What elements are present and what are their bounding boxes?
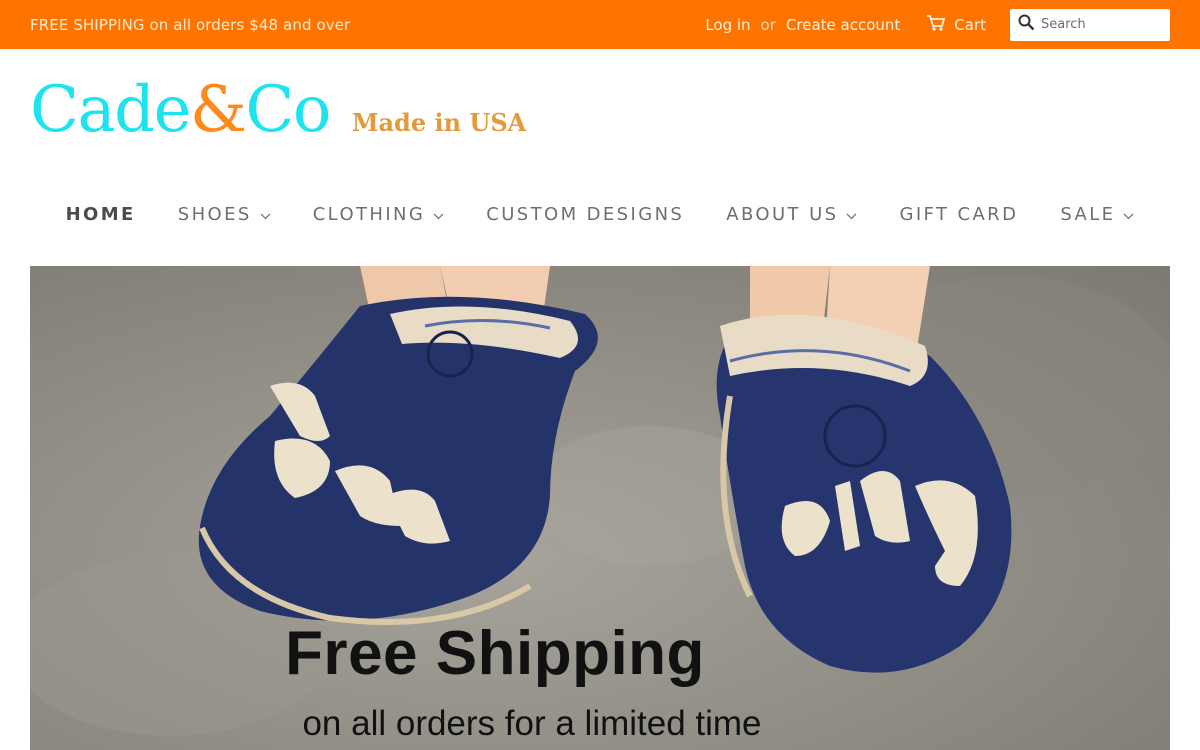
nav-item-home[interactable]: HOME (66, 204, 136, 225)
chevron-down-icon (846, 204, 857, 225)
nav-item-custom-designs[interactable]: CUSTOM DESIGNS (486, 204, 684, 225)
hero-banner[interactable]: Free Shipping on all orders for a limite… (30, 266, 1170, 750)
header-actions: Log in or Create account Cart (705, 8, 1170, 41)
or-separator: or (760, 15, 776, 34)
hero-subline: on all orders for a limited time (302, 704, 762, 743)
nav-item-gift-card[interactable]: GIFT CARD (899, 204, 1018, 225)
logo-tagline: Made in USA (351, 108, 527, 137)
cart-link[interactable]: Cart (926, 14, 986, 36)
cart-icon (926, 14, 954, 36)
left-shoe (198, 296, 598, 625)
search-box (1010, 8, 1170, 41)
nav-item-sale[interactable]: SALE (1060, 204, 1134, 225)
site-logo[interactable]: Cade&Co Made in USA (30, 78, 526, 158)
login-link[interactable]: Log in (705, 16, 750, 34)
nav-item-clothing[interactable]: CLOTHING (313, 204, 445, 225)
nav-item-shoes[interactable]: SHOES (178, 204, 271, 225)
main-nav: HOME SHOES CLOTHING CUSTOM DESIGNS ABOUT… (0, 196, 1200, 232)
chevron-down-icon (260, 204, 271, 225)
create-account-link[interactable]: Create account (786, 16, 900, 34)
search-icon[interactable] (1018, 14, 1041, 35)
nav-item-about-us[interactable]: ABOUT US (726, 204, 857, 225)
hero-headline: Free Shipping (285, 619, 705, 688)
cart-label: Cart (954, 15, 986, 34)
announcement-bar: FREE SHIPPING on all orders $48 and over… (0, 0, 1200, 49)
chevron-down-icon (1123, 204, 1134, 225)
logo-wordmark: Cade&Co (30, 73, 331, 147)
chevron-down-icon (433, 204, 444, 225)
announcement-text: FREE SHIPPING on all orders $48 and over (30, 15, 351, 34)
search-input[interactable] (1041, 10, 1161, 39)
